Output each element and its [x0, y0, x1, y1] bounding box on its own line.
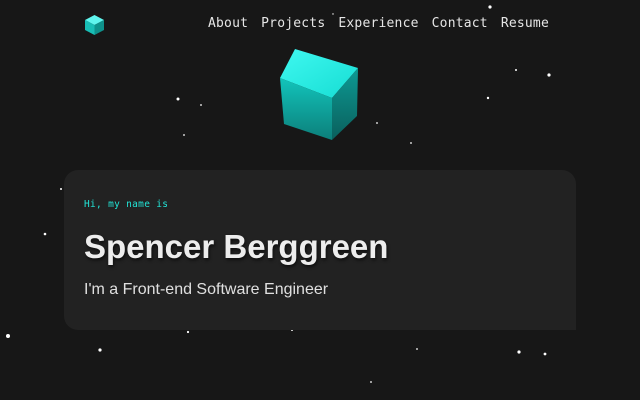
page: About Projects Experience Contact Resume: [0, 0, 640, 400]
nav-link-experience[interactable]: Experience: [338, 16, 418, 31]
intro-text: Hi, my name is: [84, 199, 169, 210]
hero-name: Spencer Berggreen: [84, 228, 389, 265]
main-nav: About Projects Experience Contact Resume: [195, 16, 549, 31]
card-corner: [562, 316, 576, 330]
nav-link-resume[interactable]: Resume: [501, 16, 549, 31]
hero-card: Hi, my name is Spencer Berggreen I'm a F…: [64, 170, 576, 330]
cube-icon: [280, 49, 358, 140]
hero-role: I'm a Front-end Software Engineer: [84, 281, 329, 298]
nav-link-about[interactable]: About: [208, 16, 248, 31]
cube-logo-icon[interactable]: [85, 15, 104, 35]
nav-link-projects[interactable]: Projects: [261, 16, 325, 31]
nav-link-contact[interactable]: Contact: [432, 16, 488, 31]
